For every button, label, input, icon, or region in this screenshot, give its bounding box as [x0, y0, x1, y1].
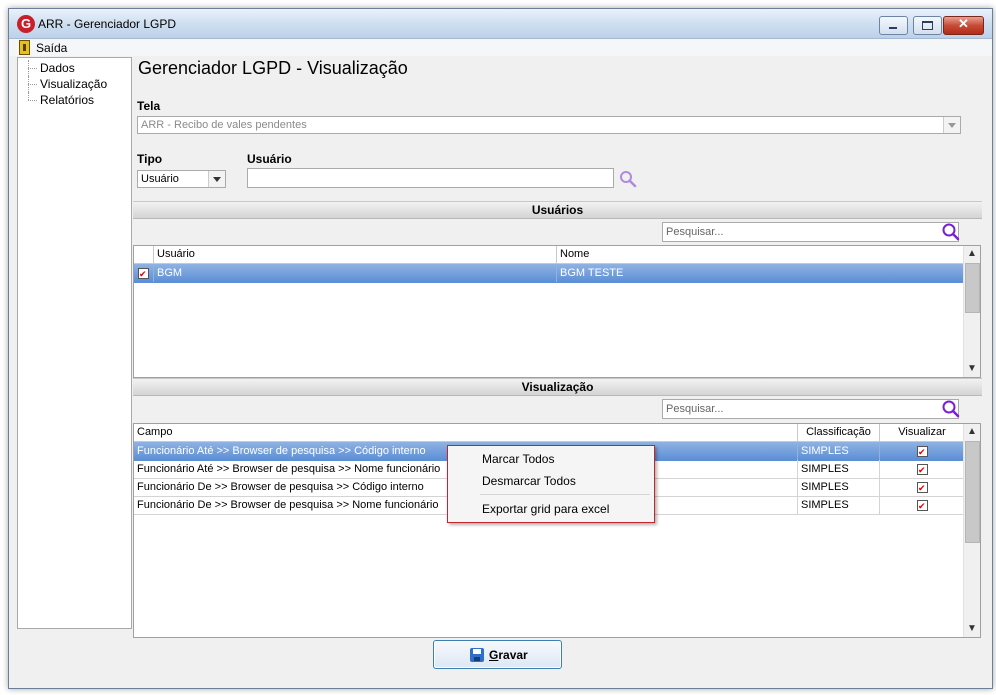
- scroll-down-icon[interactable]: ▼: [964, 361, 980, 377]
- maximize-icon: [922, 21, 933, 30]
- column-header-visualizar[interactable]: Visualizar: [880, 424, 964, 441]
- menu-item-marcar-todos[interactable]: Marcar Todos: [482, 452, 554, 466]
- users-search-input[interactable]: Pesquisar...: [662, 222, 959, 242]
- main-panel: Gerenciador LGPD - Visualização Tela ARR…: [131, 57, 983, 638]
- users-grid: Usuário Nome BGM BGM TESTE ▲ ▼: [133, 245, 981, 378]
- scroll-up-icon[interactable]: ▲: [964, 246, 980, 262]
- minimize-icon: [889, 27, 897, 29]
- column-header-nome[interactable]: Nome: [557, 246, 964, 263]
- scroll-thumb[interactable]: [965, 263, 980, 313]
- close-icon: ✕: [958, 16, 969, 31]
- table-row[interactable]: BGM BGM TESTE: [134, 264, 964, 283]
- tree-item-relatorios[interactable]: Relatórios: [18, 92, 131, 108]
- menu-separator: [480, 494, 650, 495]
- save-disk-icon: [470, 648, 484, 662]
- users-section-header: Usuários: [133, 201, 982, 219]
- visual-section-header: Visualização: [133, 378, 982, 396]
- tela-select-value: ARR - Recibo de vales pendentes: [141, 119, 307, 131]
- search-icon[interactable]: [942, 223, 960, 241]
- maximize-button[interactable]: [913, 16, 942, 35]
- tipo-label: Tipo: [137, 152, 163, 166]
- menu-item-desmarcar-todos[interactable]: Desmarcar Todos: [482, 474, 576, 488]
- users-grid-header: Usuário Nome: [134, 246, 964, 264]
- cell-visualizar[interactable]: [880, 496, 964, 514]
- cell-visualizar[interactable]: [880, 442, 964, 460]
- row-check-cell[interactable]: [134, 264, 154, 282]
- title-bar[interactable]: G ARR - Gerenciador LGPD ✕: [9, 9, 992, 39]
- column-header-usuario[interactable]: Usuário: [154, 246, 557, 263]
- navigation-tree: Dados Visualização Relatórios: [17, 57, 132, 629]
- tela-select: ARR - Recibo de vales pendentes: [137, 116, 961, 134]
- tree-item-visualizacao[interactable]: Visualização: [18, 76, 131, 92]
- usuario-label: Usuário: [247, 152, 292, 166]
- checkbox-checked-icon[interactable]: [917, 498, 928, 514]
- app-window: G ARR - Gerenciador LGPD ✕ Saída Dados V…: [8, 8, 993, 689]
- users-grid-scrollbar[interactable]: ▲ ▼: [963, 246, 980, 377]
- usuario-input[interactable]: [247, 168, 614, 188]
- close-button[interactable]: ✕: [943, 16, 984, 35]
- save-button[interactable]: Gravar: [433, 640, 562, 669]
- chevron-down-icon[interactable]: [208, 171, 225, 187]
- column-header-classificacao[interactable]: Classificação: [798, 424, 880, 441]
- visual-grid-header: Campo Classificação Visualizar: [134, 424, 964, 442]
- tela-label: Tela: [137, 99, 161, 113]
- visual-search-input[interactable]: Pesquisar...: [662, 399, 959, 419]
- chevron-down-icon: [943, 117, 960, 133]
- checkbox-checked-icon[interactable]: [917, 444, 928, 460]
- checkbox-checked-icon[interactable]: [917, 462, 928, 478]
- search-icon[interactable]: [619, 170, 637, 188]
- column-header-campo[interactable]: Campo: [134, 424, 798, 441]
- menu-item-exportar-excel[interactable]: Exportar grid para excel: [482, 502, 609, 516]
- cell-visualizar[interactable]: [880, 460, 964, 478]
- cell-classificacao: SIMPLES: [798, 442, 880, 460]
- tipo-select[interactable]: Usuário: [137, 170, 226, 188]
- context-menu: Marcar Todos Desmarcar Todos Exportar gr…: [447, 445, 655, 523]
- menu-exit[interactable]: Saída: [19, 40, 67, 55]
- tipo-select-value: Usuário: [141, 173, 179, 185]
- search-icon[interactable]: [942, 400, 960, 418]
- cell-nome: BGM TESTE: [560, 267, 624, 279]
- tree-item-dados[interactable]: Dados: [18, 60, 131, 76]
- cell-usuario: BGM: [154, 264, 557, 282]
- checkbox-checked-icon[interactable]: [917, 480, 928, 496]
- header-check-cell: [134, 246, 154, 263]
- checkbox-checked-icon[interactable]: [138, 266, 149, 282]
- save-button-label: Gravar: [489, 648, 528, 662]
- menu-exit-label: Saída: [36, 40, 68, 55]
- menu-bar: Saída: [9, 39, 992, 56]
- scroll-up-icon[interactable]: ▲: [964, 424, 980, 440]
- cell-classificacao: SIMPLES: [798, 460, 880, 478]
- visual-grid-scrollbar[interactable]: ▲ ▼: [963, 424, 980, 637]
- cell-classificacao: SIMPLES: [798, 478, 880, 496]
- cell-visualizar[interactable]: [880, 478, 964, 496]
- page-title: Gerenciador LGPD - Visualização: [138, 58, 408, 78]
- scroll-thumb[interactable]: [965, 441, 980, 543]
- scroll-down-icon[interactable]: ▼: [964, 621, 980, 637]
- app-logo-icon: G: [17, 15, 35, 33]
- window-title: ARR - Gerenciador LGPD: [38, 17, 177, 31]
- exit-door-icon: [19, 40, 30, 55]
- minimize-button[interactable]: [879, 16, 908, 35]
- cell-classificacao: SIMPLES: [798, 496, 880, 514]
